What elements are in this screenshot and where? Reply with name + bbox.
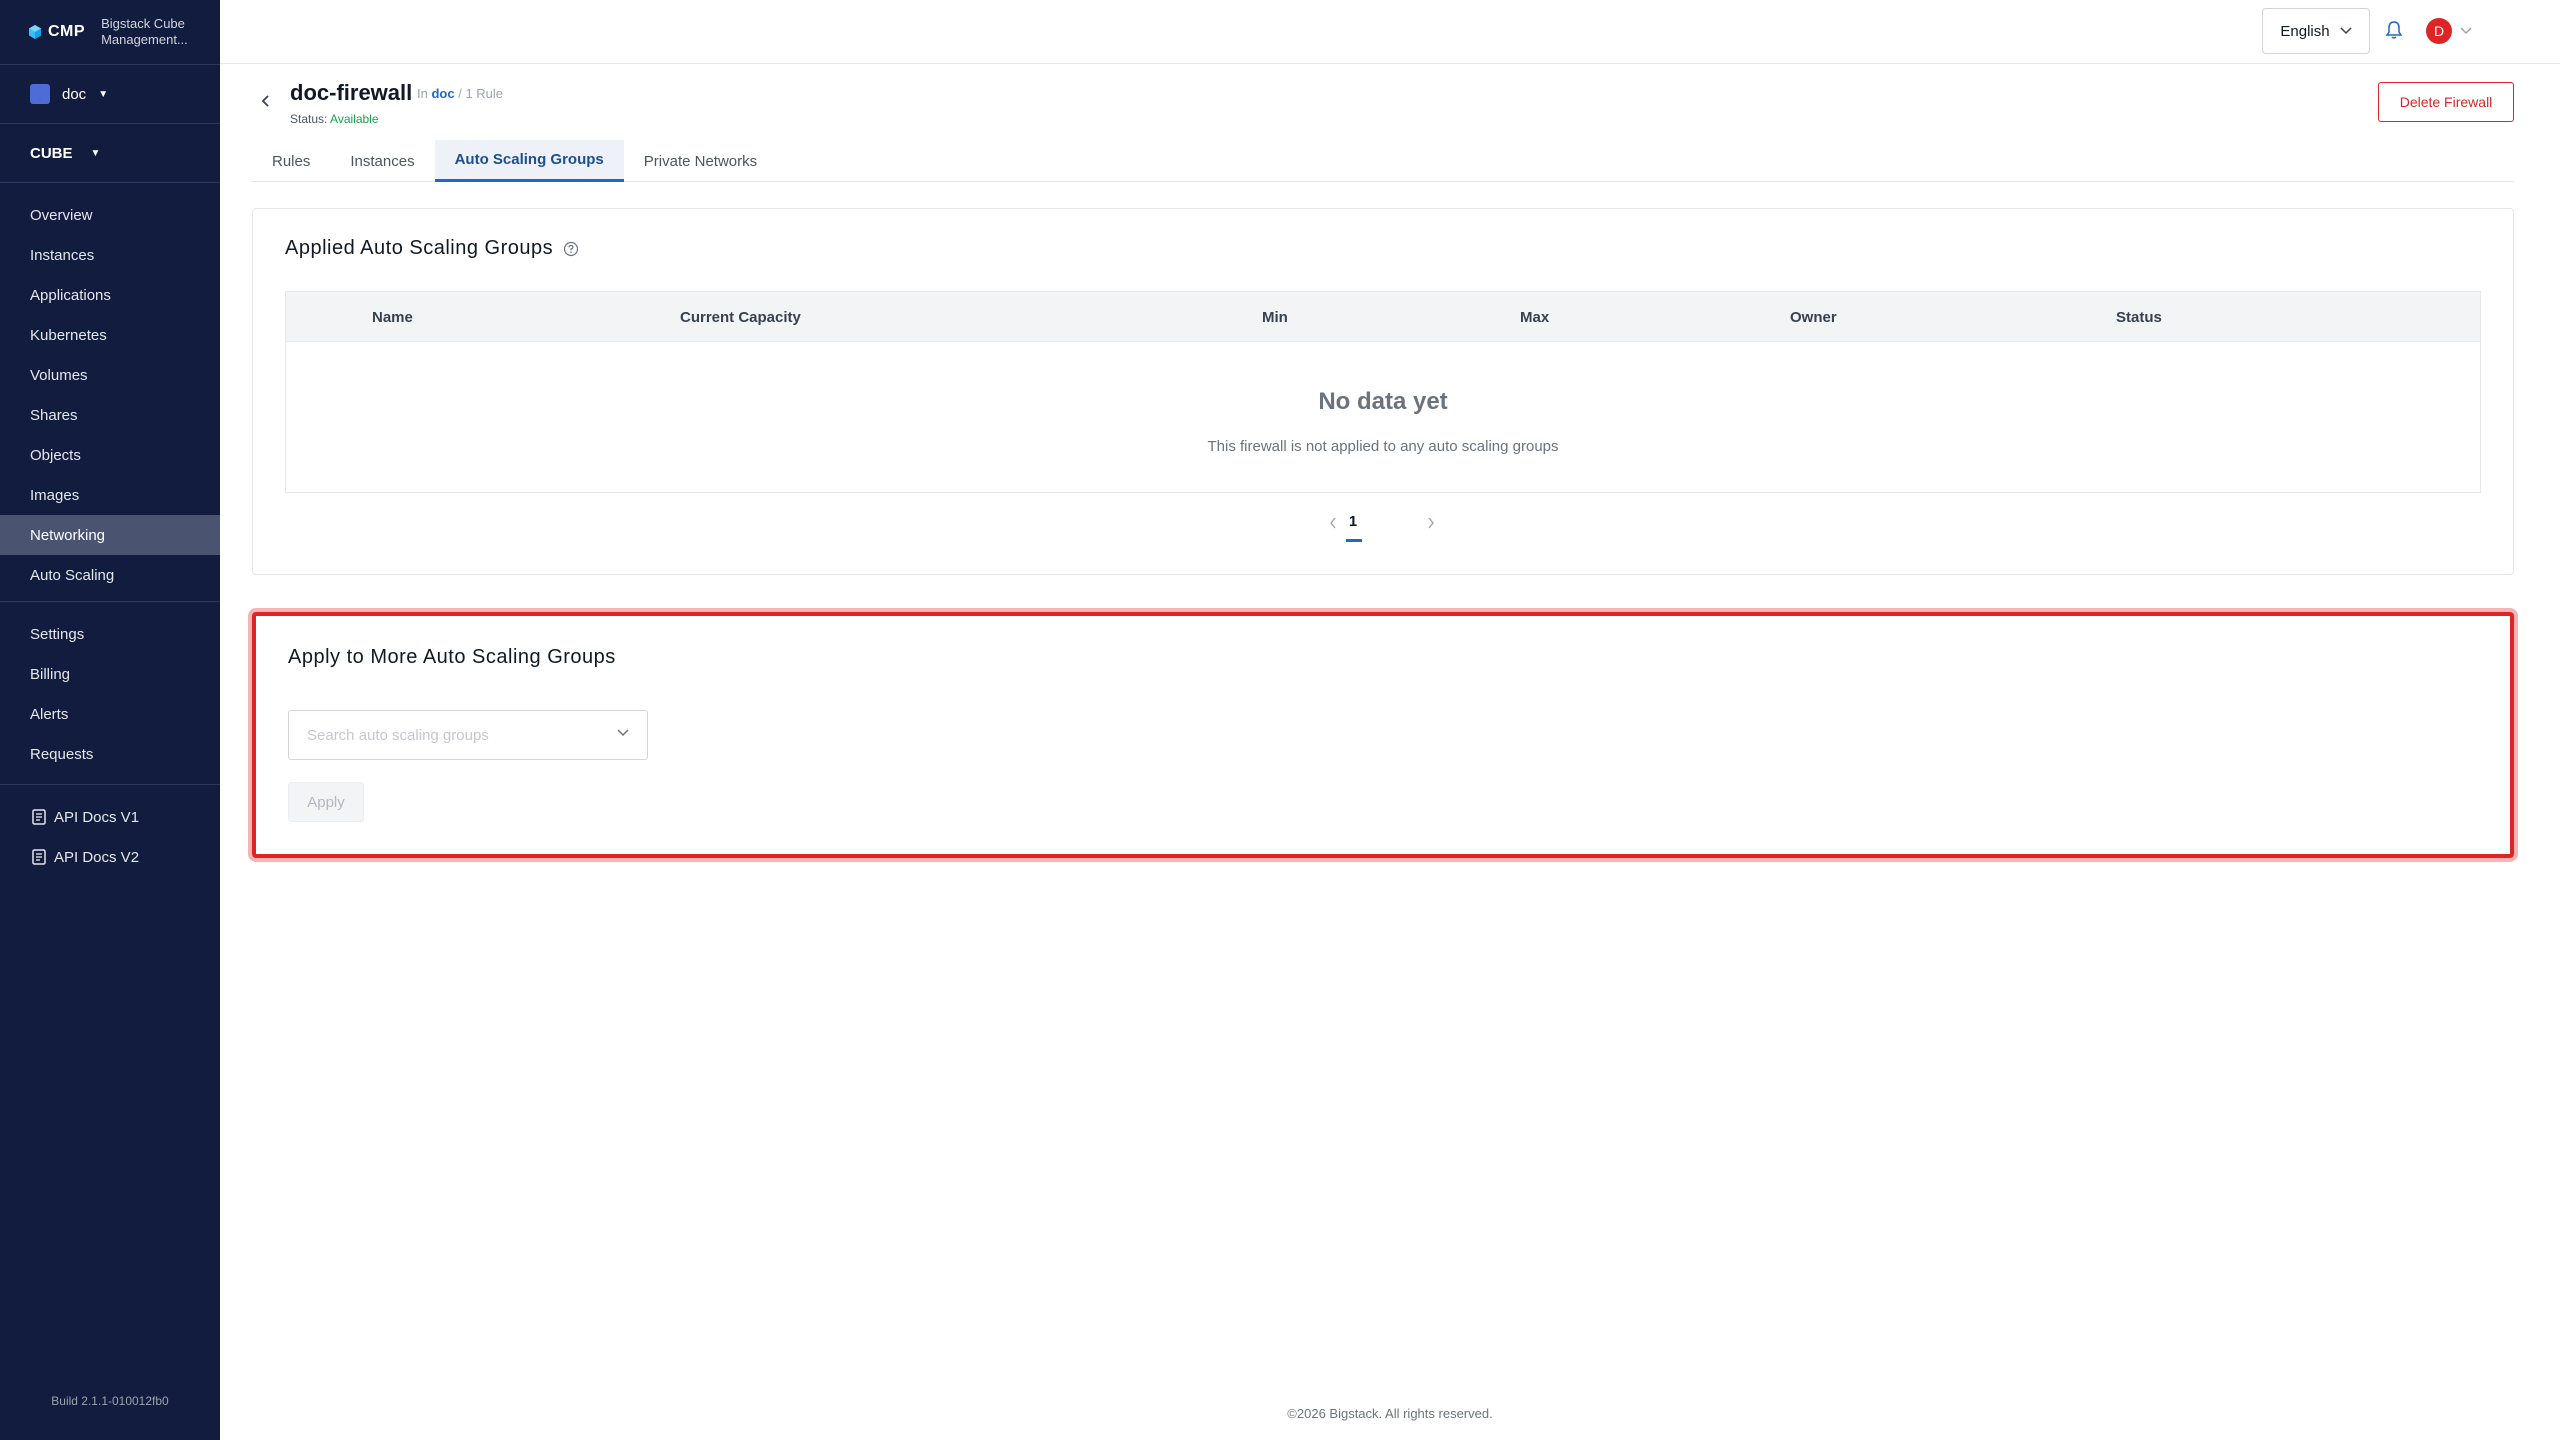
project-color-icon (30, 84, 50, 104)
brand[interactable]: CMP Bigstack Cube Management... (0, 0, 220, 64)
project-switcher[interactable]: doc ▼ (0, 65, 220, 123)
column-max[interactable]: Max (1520, 292, 1549, 342)
caret-down-icon: ▼ (98, 88, 109, 100)
tab-rules[interactable]: Rules (252, 140, 330, 182)
firewall-meta: In doc / 1 Rule (417, 86, 503, 101)
sidebar: CMP Bigstack Cube Management... doc ▼ CU… (0, 0, 220, 1440)
column-min[interactable]: Min (1262, 292, 1288, 342)
tab-auto-scaling-groups[interactable]: Auto Scaling Groups (434, 140, 624, 182)
tab-private-networks[interactable]: Private Networks (624, 140, 777, 182)
notification-bell-icon[interactable] (2385, 20, 2403, 45)
table-header: Name Current Capacity Min Max Owner Stat… (286, 292, 2480, 342)
build-version: Build 2.1.1-010012fb0 (51, 1394, 169, 1408)
top-bar: English D (220, 0, 2560, 64)
chevron-down-icon (617, 729, 629, 737)
page-header: doc-firewall In doc / 1 Rule Status: Ava… (220, 64, 2560, 182)
brand-name: CMP (48, 23, 86, 40)
nav-item-volumes[interactable]: Volumes (0, 355, 220, 395)
nav-item-requests[interactable]: Requests (0, 734, 220, 774)
page-number[interactable]: 1 (1343, 513, 1363, 530)
nav-item-api-docs-v1[interactable]: API Docs V1 (0, 797, 220, 837)
nav-item-images[interactable]: Images (0, 475, 220, 515)
nav-item-auto-scaling[interactable]: Auto Scaling (0, 555, 220, 595)
apply-button[interactable]: Apply (288, 782, 364, 822)
applied-groups-heading: Applied Auto Scaling Groups (285, 237, 554, 259)
apply-more-groups-card: Apply to More Auto Scaling Groups Search… (252, 612, 2514, 858)
nav-item-instances[interactable]: Instances (0, 235, 220, 275)
applied-groups-title: Applied Auto Scaling Groups (285, 237, 579, 260)
applied-groups-card: Applied Auto Scaling Groups Name Current… (252, 208, 2514, 575)
caret-down-icon: ▼ (90, 147, 101, 159)
footer-copyright: ©2026 Bigstack. All rights reserved. (1287, 1406, 1493, 1421)
rules-count: / 1 Rule (458, 86, 504, 101)
next-page-icon[interactable] (1427, 513, 1435, 534)
nav-item-applications[interactable]: Applications (0, 275, 220, 315)
page-title: doc-firewall (290, 80, 413, 105)
nav-item-shares[interactable]: Shares (0, 395, 220, 435)
search-placeholder: Search auto scaling groups (307, 726, 489, 744)
applied-groups-table: Name Current Capacity Min Max Owner Stat… (285, 291, 2481, 493)
chevron-down-icon (2460, 27, 2472, 35)
nav-item-networking[interactable]: Networking (0, 515, 220, 555)
column-status[interactable]: Status (2116, 292, 2162, 342)
column-name[interactable]: Name (372, 292, 413, 342)
project-name: doc (62, 85, 87, 103)
cluster-name: CUBE (30, 144, 73, 162)
api-docs-v1-label: API Docs V1 (54, 808, 140, 826)
column-current-capacity[interactable]: Current Capacity (680, 292, 801, 342)
status-line: Status: Available (290, 112, 379, 126)
tab-bar: Rules Instances Auto Scaling Groups Priv… (252, 140, 2514, 182)
nav-item-api-docs-v2[interactable]: API Docs V2 (0, 837, 220, 877)
avatar: D (2426, 18, 2452, 44)
document-icon (32, 809, 46, 825)
nav-item-alerts[interactable]: Alerts (0, 694, 220, 734)
cube-logo-icon (29, 25, 41, 39)
auto-scaling-group-search-select[interactable]: Search auto scaling groups (288, 710, 648, 760)
pagination: 1 (253, 509, 2513, 542)
chevron-down-icon (2340, 27, 2352, 35)
apply-more-title: Apply to More Auto Scaling Groups (288, 646, 616, 668)
cmp-logo: CMP (28, 23, 85, 41)
nav-item-billing[interactable]: Billing (0, 654, 220, 694)
prev-page-icon[interactable] (1329, 513, 1337, 534)
project-link[interactable]: doc (431, 86, 454, 101)
back-arrow-icon[interactable] (260, 94, 270, 113)
status-label: Status: (290, 112, 328, 126)
tab-instances[interactable]: Instances (330, 140, 434, 182)
active-page-indicator (1346, 539, 1362, 542)
language-label: English (2280, 22, 2330, 40)
nav-item-settings[interactable]: Settings (0, 614, 220, 654)
nav-item-kubernetes[interactable]: Kubernetes (0, 315, 220, 355)
nav-item-overview[interactable]: Overview (0, 195, 220, 235)
status-value: Available (330, 112, 379, 126)
empty-state-message: This firewall is not applied to any auto… (1207, 438, 1559, 455)
document-icon (32, 849, 46, 865)
nav-item-objects[interactable]: Objects (0, 435, 220, 475)
column-owner[interactable]: Owner (1790, 292, 1837, 342)
delete-firewall-button[interactable]: Delete Firewall (2378, 82, 2514, 122)
user-menu[interactable]: D (2426, 18, 2472, 44)
empty-state-title: No data yet (1318, 388, 1448, 415)
language-select[interactable]: English (2262, 8, 2370, 54)
api-docs-v2-label: API Docs V2 (54, 848, 140, 866)
help-icon[interactable] (563, 241, 579, 257)
main-nav: Overview Instances Applications Kubernet… (0, 183, 220, 595)
cluster-switcher[interactable]: CUBE ▼ (0, 124, 220, 182)
in-label: In (417, 86, 428, 101)
brand-subtitle: Bigstack Cube Management... (101, 16, 188, 47)
